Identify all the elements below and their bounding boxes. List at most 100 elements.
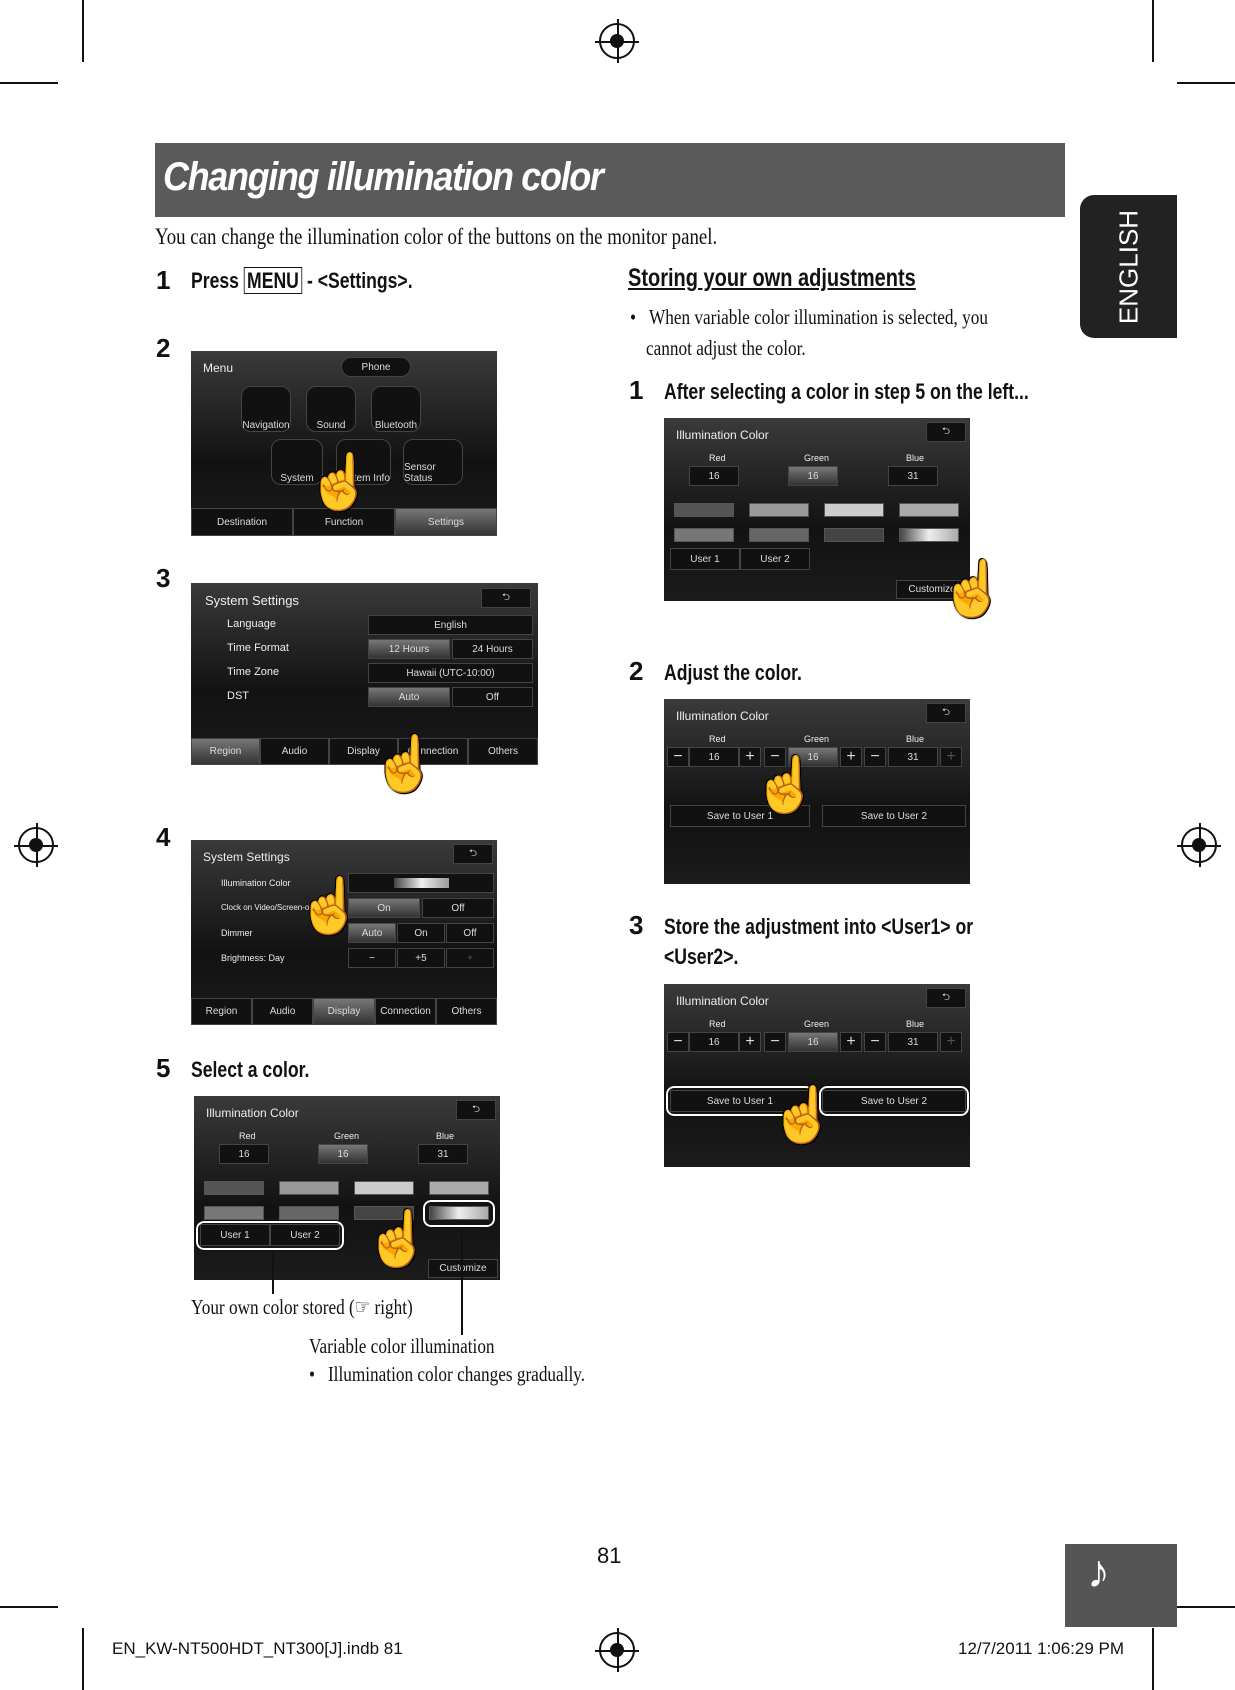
- leader-line: [461, 1230, 463, 1335]
- user-1-button[interactable]: User 1: [670, 548, 740, 570]
- brightness-value: +5: [397, 948, 445, 968]
- brightness-minus-button[interactable]: −: [348, 948, 396, 968]
- blue-plus-button[interactable]: +: [940, 747, 962, 767]
- menu-item-navigation[interactable]: Navigation: [241, 386, 291, 432]
- tab-others[interactable]: Others: [436, 998, 497, 1025]
- green-plus-button[interactable]: +: [840, 747, 862, 767]
- phone-button[interactable]: Phone: [341, 357, 411, 377]
- value: 31: [907, 1036, 919, 1048]
- tab-connection[interactable]: Connection: [375, 998, 436, 1025]
- step-text: After selecting a color in step 5 on the…: [664, 379, 1029, 404]
- red-minus-button[interactable]: −: [667, 747, 689, 767]
- time-zone-value[interactable]: Hawaii (UTC-10:00): [368, 663, 533, 683]
- step-number: 5: [156, 1053, 171, 1083]
- color-swatch[interactable]: [279, 1206, 339, 1220]
- back-button[interactable]: ⮌: [926, 422, 966, 442]
- color-swatch[interactable]: [429, 1181, 489, 1195]
- dimmer-on-button[interactable]: On: [397, 923, 445, 943]
- color-swatch[interactable]: [674, 528, 734, 542]
- crop-mark: [82, 1628, 84, 1690]
- back-button[interactable]: ⮌: [481, 588, 531, 608]
- tab-destination[interactable]: Destination: [191, 508, 293, 536]
- menu-item-bluetooth[interactable]: Bluetooth: [371, 386, 421, 432]
- tab-label: Destination: [216, 516, 268, 528]
- 24-hours-button[interactable]: 24 Hours: [452, 639, 533, 659]
- item-label: Sound: [316, 420, 346, 431]
- color-swatch[interactable]: [749, 528, 809, 542]
- value: 24 Hours: [472, 643, 513, 655]
- color-swatch[interactable]: [204, 1206, 264, 1220]
- save-to-user-2-button[interactable]: Save to User 2: [822, 805, 966, 827]
- pointing-hand-icon: ☝: [752, 755, 820, 815]
- blue-minus-button[interactable]: −: [864, 747, 886, 767]
- registration-mark-icon: [1177, 823, 1221, 867]
- tab-region[interactable]: Region: [191, 998, 252, 1025]
- channel-label: Blue: [906, 453, 925, 463]
- channel-label: Blue: [436, 1131, 455, 1141]
- value: English: [434, 619, 467, 631]
- channel-label: Blue: [906, 734, 925, 744]
- clock-off-button[interactable]: Off: [422, 898, 494, 918]
- intro-text: You can change the illumination color of…: [155, 224, 718, 249]
- blue-minus-button[interactable]: −: [864, 1032, 886, 1052]
- color-swatch[interactable]: [824, 528, 884, 542]
- pointing-hand-icon: ☝: [364, 1209, 432, 1269]
- step-text: Store the adjustment into <User1> or: [664, 914, 974, 939]
- green-value: 16: [318, 1144, 368, 1164]
- step-text: Press: [191, 268, 244, 293]
- page-number: 81: [597, 1543, 622, 1568]
- pointing-hand-icon: ☝: [371, 734, 439, 794]
- screen-title: Illumination Color: [676, 994, 769, 1008]
- tab-audio[interactable]: Audio: [260, 738, 329, 765]
- brightness-plus-button[interactable]: +: [446, 948, 494, 968]
- back-button[interactable]: ⮌: [453, 844, 493, 864]
- back-button[interactable]: ⮌: [926, 988, 966, 1008]
- tab-others[interactable]: Others: [468, 738, 538, 765]
- dst-off-button[interactable]: Off: [452, 687, 533, 707]
- tab-label: Region: [205, 1006, 238, 1017]
- pointing-hand-icon: ☝: [939, 559, 1007, 619]
- menu-item-sensor-status[interactable]: Sensor Status: [403, 439, 463, 485]
- color-swatch[interactable]: [279, 1181, 339, 1195]
- color-swatch[interactable]: [899, 503, 959, 517]
- color-swatch[interactable]: [674, 503, 734, 517]
- row-label: Time Format: [227, 642, 289, 654]
- value: 16: [708, 751, 720, 763]
- language-value[interactable]: English: [368, 615, 533, 635]
- dimmer-off-button[interactable]: Off: [446, 923, 494, 943]
- tab-display[interactable]: Display: [313, 998, 375, 1025]
- menu-item-sound[interactable]: Sound: [306, 386, 356, 432]
- user-2-button[interactable]: User 2: [740, 548, 810, 570]
- green-minus-button[interactable]: −: [764, 1032, 786, 1052]
- color-swatch[interactable]: [354, 1181, 414, 1195]
- red-minus-button[interactable]: −: [667, 1032, 689, 1052]
- back-button[interactable]: ⮌: [456, 1100, 496, 1120]
- menu-key: MENU: [243, 267, 303, 294]
- value: 16: [708, 470, 720, 482]
- footer-date: 12/7/2011 1:06:29 PM: [958, 1639, 1125, 1658]
- red-value: 16: [689, 1032, 739, 1052]
- green-plus-button[interactable]: +: [840, 1032, 862, 1052]
- customize-button[interactable]: Customize: [428, 1259, 498, 1278]
- red-value: 16: [689, 747, 739, 767]
- red-value: 16: [219, 1144, 269, 1164]
- back-button[interactable]: ⮌: [926, 703, 966, 723]
- tab-region[interactable]: Region: [191, 738, 260, 765]
- crop-mark: [1152, 1628, 1154, 1690]
- variable-color-swatch[interactable]: [899, 528, 959, 542]
- tab-settings[interactable]: Settings: [395, 508, 497, 536]
- color-swatch[interactable]: [204, 1181, 264, 1195]
- step-text: - <Settings>.: [302, 268, 413, 293]
- dst-auto-button[interactable]: Auto: [368, 687, 450, 707]
- color-swatch[interactable]: [824, 503, 884, 517]
- illumination-color-screen: Illumination Color ⮌ Red Green Blue 16 1…: [194, 1096, 500, 1280]
- step-number: 3: [156, 563, 171, 593]
- crop-mark: [82, 0, 84, 62]
- red-plus-button[interactable]: +: [739, 1032, 761, 1052]
- tab-audio[interactable]: Audio: [252, 998, 313, 1025]
- blue-plus-button[interactable]: +: [940, 1032, 962, 1052]
- illumination-color-value[interactable]: [348, 873, 494, 893]
- color-swatch[interactable]: [749, 503, 809, 517]
- 12-hours-button[interactable]: 12 Hours: [368, 639, 450, 659]
- menu-screen: Menu Phone Navigation Sound Bluetooth Sy…: [191, 351, 497, 536]
